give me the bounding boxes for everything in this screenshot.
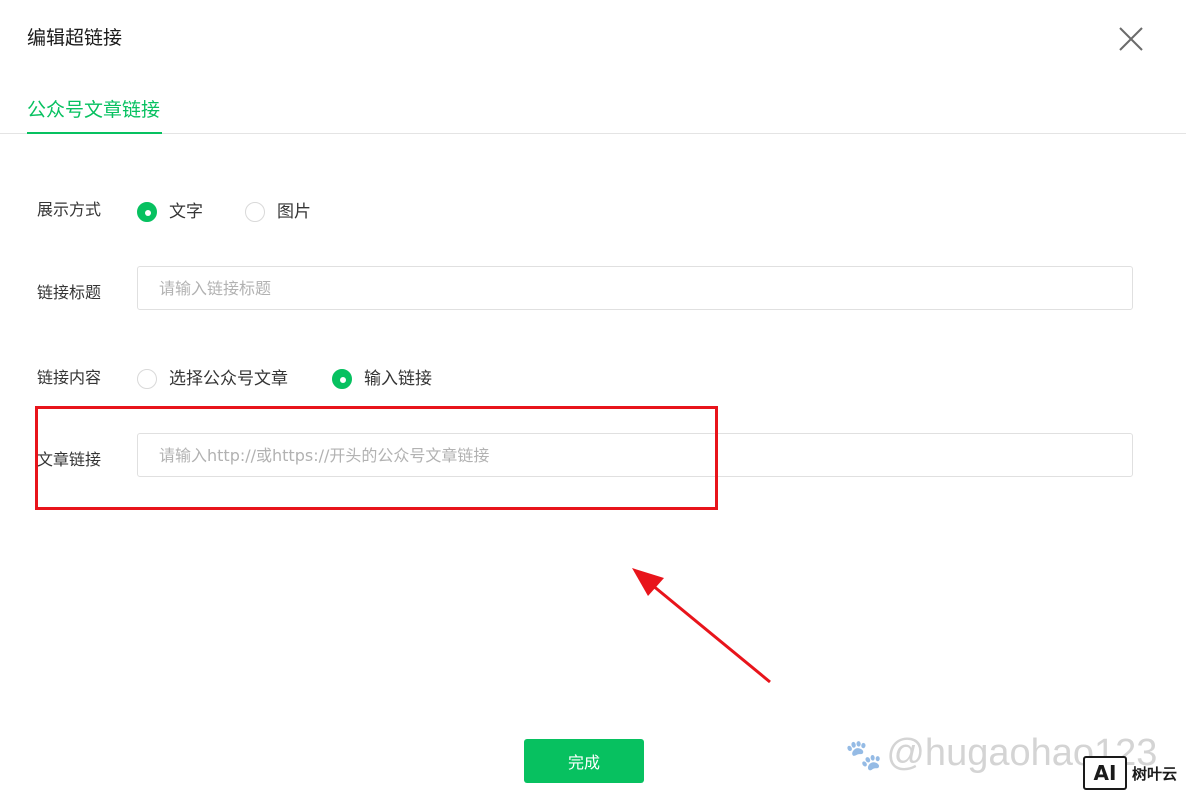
radio-label: 文字 bbox=[169, 202, 203, 222]
tab-article-link[interactable]: 公众号文章链接 bbox=[27, 96, 163, 134]
brand-name: 树叶云 bbox=[1132, 764, 1178, 783]
link-title-input[interactable] bbox=[137, 266, 1133, 310]
link-title-label: 链接标题 bbox=[37, 283, 102, 302]
display-mode-label: 展示方式 bbox=[37, 200, 102, 219]
annotation-arrow-icon bbox=[632, 568, 771, 684]
brand-logo: AI 树叶云 bbox=[1083, 753, 1177, 793]
tab-bar: 公众号文章链接 bbox=[0, 86, 1186, 134]
article-link-label: 文章链接 bbox=[37, 450, 102, 469]
radio-label: 选择公众号文章 bbox=[169, 369, 288, 389]
article-link-input[interactable] bbox=[137, 433, 1133, 477]
radio-checked-icon bbox=[137, 202, 157, 222]
radio-checked-icon bbox=[332, 369, 352, 389]
radio-unchecked-icon bbox=[245, 202, 265, 222]
edit-hyperlink-dialog: 编辑超链接 公众号文章链接 展示方式 文字 图片 链接标题 链接内容 选择公众号… bbox=[0, 0, 1186, 800]
radio-label: 输入链接 bbox=[364, 369, 432, 389]
done-button[interactable]: 完成 bbox=[524, 739, 644, 783]
radio-label: 图片 bbox=[277, 202, 311, 222]
radio-display-text[interactable]: 文字 bbox=[137, 200, 203, 224]
close-button[interactable] bbox=[1114, 22, 1148, 56]
link-content-label: 链接内容 bbox=[37, 368, 102, 387]
radio-display-image[interactable]: 图片 bbox=[245, 200, 311, 224]
radio-select-article[interactable]: 选择公众号文章 bbox=[137, 367, 288, 391]
dialog-title: 编辑超链接 bbox=[27, 27, 123, 49]
ai-logo-icon: AI bbox=[1083, 756, 1127, 790]
close-x-icon bbox=[1119, 27, 1143, 51]
radio-unchecked-icon bbox=[137, 369, 157, 389]
paw-icon: 🐾 bbox=[845, 739, 883, 772]
radio-input-link[interactable]: 输入链接 bbox=[332, 367, 432, 391]
